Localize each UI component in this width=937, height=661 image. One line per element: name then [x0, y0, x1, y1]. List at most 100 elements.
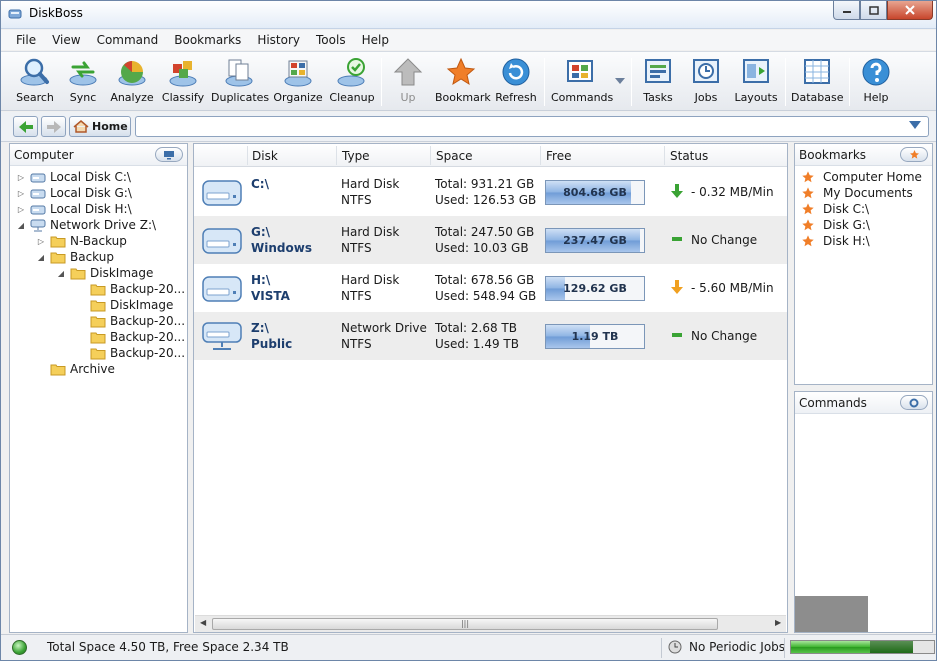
commands-button[interactable]: Commands [551, 56, 613, 110]
table-row[interactable]: H:\ VISTA Hard Disk NTFS Total: 678.56 GB Use… [194, 264, 787, 312]
column-space[interactable]: Space [436, 149, 473, 163]
commands-dropdown-chevron-icon[interactable] [615, 78, 625, 84]
menu-help[interactable]: Help [354, 30, 397, 50]
bookmark-item[interactable]: Disk H:\ [801, 233, 870, 249]
path-input[interactable] [135, 116, 929, 137]
commands-window-icon [567, 60, 593, 82]
computer-panel-menu-button[interactable] [155, 147, 183, 162]
menu-file[interactable]: File [8, 30, 44, 50]
disk-total-space: Total: 931.21 GB [435, 177, 535, 191]
tree-item[interactable]: DiskImage [76, 297, 173, 313]
bookmark-item[interactable]: Computer Home [801, 169, 922, 185]
free-space-bar: 1.19 TB [545, 324, 645, 349]
database-button[interactable]: Database [791, 56, 844, 110]
tree-item[interactable]: Backup-20... [76, 345, 185, 361]
bookmark-item[interactable]: Disk G:\ [801, 217, 870, 233]
jobs-clock-icon [693, 59, 719, 83]
menu-view[interactable]: View [44, 30, 88, 50]
tree-item[interactable]: ▷ Local Disk C:\ [16, 169, 131, 185]
minimize-button[interactable] [833, 1, 860, 20]
search-button[interactable]: Search [13, 56, 57, 110]
tree-item[interactable]: ◢ Network Drive Z:\ [16, 217, 156, 233]
menu-tools[interactable]: Tools [308, 30, 354, 50]
tree-item[interactable]: ▷ N-Backup [36, 233, 127, 249]
tree-expander-icon[interactable]: ▷ [36, 237, 46, 246]
computer-panel-title: Computer [14, 148, 74, 162]
tree-item[interactable]: ▷ Local Disk G:\ [16, 185, 132, 201]
tree-item[interactable]: Backup-20... [76, 329, 185, 345]
tree-expander-icon[interactable]: ▷ [16, 173, 26, 182]
column-disk[interactable]: Disk [252, 149, 278, 163]
disk-filesystem: NTFS [341, 193, 372, 207]
network-drive-icon [30, 219, 46, 231]
jobs-button[interactable]: Jobs [687, 56, 725, 110]
tree-item[interactable]: ▷ Local Disk H:\ [16, 201, 132, 217]
bookmark-item[interactable]: My Documents [801, 185, 913, 201]
tree-expander-icon[interactable]: ◢ [56, 269, 66, 278]
bookmark-button[interactable]: Bookmark [435, 56, 491, 110]
help-button[interactable]: Help [857, 56, 895, 110]
close-button[interactable] [887, 1, 933, 20]
database-grid-icon [804, 59, 830, 84]
disk-type: Hard Disk [341, 177, 400, 191]
commands-panel-menu-button[interactable] [900, 395, 928, 410]
cleanup-button[interactable]: Cleanup [329, 56, 375, 110]
disk-letter: G:\ [251, 225, 271, 239]
table-row[interactable]: G:\ Windows Hard Disk NTFS Total: 247.50 GB U… [194, 216, 787, 264]
forward-button[interactable] [41, 116, 66, 137]
folder-icon [70, 268, 86, 279]
tree-item-label: N-Backup [70, 234, 127, 248]
disk-used-space: Used: 126.53 GB [435, 193, 537, 207]
organize-button[interactable]: Organize [273, 56, 323, 110]
tree-expander-icon[interactable]: ▷ [16, 189, 26, 198]
tree-item[interactable]: ◢ Backup [36, 249, 114, 265]
disk-volume-label: VISTA [251, 289, 290, 303]
tree-expander-icon[interactable]: ▷ [16, 205, 26, 214]
up-button[interactable]: Up [389, 56, 427, 110]
home-icon [73, 120, 89, 133]
layouts-button[interactable]: Layouts [733, 56, 779, 110]
scroll-right-arrow-icon[interactable]: ▶ [775, 618, 781, 627]
tree-item[interactable]: Backup-20... [76, 281, 185, 297]
home-button[interactable]: Home [69, 116, 131, 137]
column-type[interactable]: Type [342, 149, 370, 163]
path-dropdown-chevron-icon[interactable] [909, 121, 921, 129]
tree-expander-icon[interactable]: ◢ [16, 221, 26, 230]
refresh-button[interactable]: Refresh [493, 56, 539, 110]
menu-bookmarks[interactable]: Bookmarks [166, 30, 249, 50]
menu-command[interactable]: Command [89, 30, 167, 50]
status-progress-bar [790, 640, 935, 654]
analyze-button[interactable]: Analyze [109, 56, 155, 110]
bookmark-label: Disk H:\ [823, 234, 870, 248]
column-status[interactable]: Status [670, 149, 708, 163]
hard-disk-icon [202, 228, 242, 254]
back-button[interactable] [13, 116, 38, 137]
folder-icon [90, 332, 106, 343]
bookmarks-panel-menu-button[interactable] [900, 147, 928, 162]
tree-item[interactable]: Archive [36, 361, 115, 377]
table-row[interactable]: C:\ Hard Disk NTFS Total: 931.21 GB Used: 12… [194, 168, 787, 216]
free-space-value: 237.47 GB [563, 234, 627, 247]
bookmark-item[interactable]: Disk C:\ [801, 201, 869, 217]
free-space-value: 804.68 GB [563, 186, 627, 199]
column-free[interactable]: Free [546, 149, 571, 163]
star-icon [802, 187, 814, 199]
scrollbar-thumb[interactable]: ||| [212, 618, 718, 630]
disk-letter: Z:\ [251, 321, 269, 335]
tree-item[interactable]: ◢ DiskImage [56, 265, 153, 281]
address-bar: Home [1, 112, 936, 142]
tree-item[interactable]: Backup-20... [76, 313, 185, 329]
duplicates-button[interactable]: Duplicates [211, 56, 269, 110]
tree-expander-icon[interactable]: ◢ [36, 253, 46, 262]
horizontal-scrollbar[interactable]: ◀ ||| ▶ [195, 615, 786, 632]
folder-icon [90, 316, 106, 327]
maximize-button[interactable] [860, 1, 887, 20]
arrow-down-icon [671, 184, 683, 198]
classify-button[interactable]: Classify [161, 56, 205, 110]
menu-history[interactable]: History [249, 30, 308, 50]
no-change-dash-icon [672, 237, 682, 241]
table-row[interactable]: Z:\ Public Network Drive NTFS Total: 2.68 TB… [194, 312, 787, 360]
sync-button[interactable]: Sync [63, 56, 103, 110]
scroll-left-arrow-icon[interactable]: ◀ [200, 618, 206, 627]
tasks-button[interactable]: Tasks [639, 56, 677, 110]
